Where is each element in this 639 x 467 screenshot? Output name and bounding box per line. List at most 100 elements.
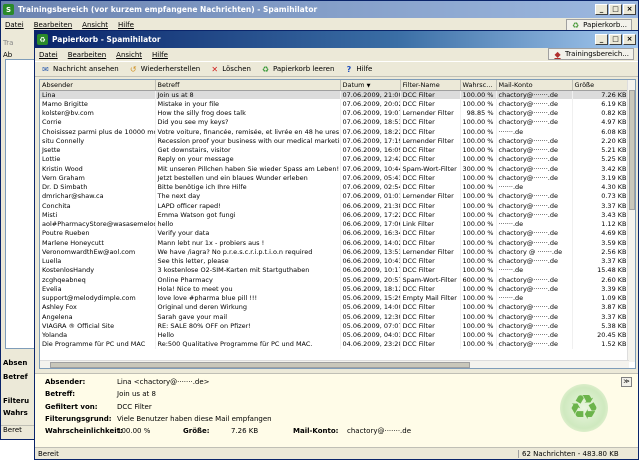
table-row[interactable]: Evelia Hola! Nice to meet you 05.06.2009, … bbox=[40, 284, 630, 294]
papierkorb-window-title: Papierkorb - Spamihilator bbox=[52, 35, 161, 44]
menu-bearbeiten[interactable]: Bearbeiten bbox=[34, 21, 72, 29]
table-row[interactable]: Corrie Did you see my keys? 07.06.2009, 18… bbox=[40, 117, 630, 127]
menu-bearbeiten[interactable]: Bearbeiten bbox=[68, 51, 106, 59]
column-header-sender[interactable]: Absender bbox=[40, 80, 156, 91]
message-list[interactable]: Absender Betreff Datum ▼ Filter-Name Wah… bbox=[39, 79, 636, 369]
table-row[interactable]: Angelena Sarah gave your mail 05.06.2009, … bbox=[40, 312, 630, 322]
table-row[interactable]: aol#PharmacyStore@wasasemelod... hello 06.… bbox=[40, 219, 630, 229]
cell-probability: 100.00 % bbox=[460, 265, 497, 275]
column-header-account[interactable]: Mail-Konto bbox=[496, 80, 573, 91]
table-row[interactable]: Ashley Fox Original und deren Wirkung 05.0… bbox=[40, 302, 630, 312]
collapse-details-button[interactable]: ≫ bbox=[621, 377, 632, 387]
cell-size: 3.39 KB bbox=[572, 284, 630, 294]
table-row[interactable]: situ Connelly Recession proof your busine… bbox=[40, 136, 630, 146]
menu-hilfe[interactable]: Hilfe bbox=[152, 51, 168, 59]
cell-size: 3.37 KB bbox=[572, 312, 630, 322]
table-row[interactable]: zcghqeabneq Online Pharmacy 05.06.2009, 20… bbox=[40, 275, 630, 285]
view-message-button[interactable]: ✉ Nachricht ansehen bbox=[41, 65, 119, 74]
detail-sender-value: Lina <chactory@·······.de> bbox=[117, 378, 210, 386]
cell-sender: Die Programme für PC und MAC bbox=[40, 339, 156, 349]
close-button[interactable]: × bbox=[623, 4, 636, 15]
table-row[interactable]: support@melodydimple.com love love #pharm… bbox=[40, 293, 630, 303]
menu-ansicht[interactable]: Ansicht bbox=[82, 21, 108, 29]
table-row[interactable]: Choisissez parmi plus de 10000 mo... Votr… bbox=[40, 127, 630, 137]
table-row[interactable]: Conchita LAPD officer raped! 06.06.2009, 2… bbox=[40, 201, 630, 211]
horizontal-scroll-thumb[interactable] bbox=[50, 362, 470, 368]
table-row[interactable]: Misti Emma Watson got fungi 06.06.2009, 17… bbox=[40, 210, 630, 220]
minimize-button[interactable]: _ bbox=[595, 34, 608, 45]
cell-date: 05.06.2009, 15:29 bbox=[340, 293, 401, 303]
cell-subject: Original und deren Wirkung bbox=[155, 302, 341, 312]
table-row[interactable]: kolster@bv.com How the silly frog does ta… bbox=[40, 108, 630, 118]
cell-filter: DCC Filter bbox=[400, 228, 461, 238]
cell-filter: DCC Filter bbox=[400, 154, 461, 164]
cell-probability: 100.00 % bbox=[460, 145, 497, 155]
training-window-titlebar[interactable]: S Trainingsbereich (vor kurzem empfangen… bbox=[1, 1, 638, 18]
cell-sender: support@melodydimple.com bbox=[40, 293, 156, 303]
table-row[interactable]: Lina Join us at 8 07.06.2009, 21:00 DCC Fil… bbox=[40, 90, 630, 100]
close-button[interactable]: × bbox=[623, 34, 636, 45]
empty-trash-button[interactable]: ♻ Papierkorb leeren bbox=[261, 65, 335, 74]
cell-probability: 100.00 % bbox=[460, 293, 497, 303]
column-header-probability[interactable]: Wahrsc... bbox=[460, 80, 497, 91]
cell-subject: How the silly frog does talk bbox=[155, 108, 341, 118]
column-header-filter[interactable]: Filter-Name bbox=[400, 80, 461, 91]
table-row[interactable]: Luella See this letter, please 06.06.2009,… bbox=[40, 256, 630, 266]
table-row[interactable]: Mamo Brigitte Mistake in your file 07.06.2… bbox=[40, 99, 630, 109]
table-row[interactable]: Kristin Wood Mit unseren Pillchen haben S… bbox=[40, 164, 630, 174]
cell-size: 0.73 KB bbox=[572, 191, 630, 201]
cell-size: 3.43 KB bbox=[572, 210, 630, 220]
table-row[interactable]: Vern Graham Jetzt bestellen und ein blaue… bbox=[40, 173, 630, 183]
cell-probability: 100.00 % bbox=[460, 312, 497, 322]
cell-probability: 100.00 % bbox=[460, 284, 497, 294]
papierkorb-window-titlebar[interactable]: ♻ Papierkorb - Spamihilator _ □ × bbox=[35, 31, 638, 48]
training-message-list[interactable] bbox=[5, 59, 35, 349]
cell-filter: DCC Filter bbox=[400, 99, 461, 109]
table-row[interactable]: KostenlosHandy 3 kostenlose O2-SIM-Karten… bbox=[40, 265, 630, 275]
menu-datei[interactable]: Datei bbox=[39, 51, 58, 59]
cell-probability: 100.00 % bbox=[460, 117, 497, 127]
delete-button[interactable]: ✕ Löschen bbox=[210, 65, 251, 74]
cell-date: 07.06.2009, 05:43 bbox=[340, 173, 401, 183]
table-row[interactable]: VIAGRA ® Official Site RE: SALE 80% OFF o… bbox=[40, 321, 630, 331]
table-row[interactable]: Dr. D Simbath Bitte benötige ich Ihre Hil… bbox=[40, 182, 630, 192]
cell-sender: Mamo Brigitte bbox=[40, 99, 156, 109]
trainingsbereich-button[interactable]: ◆ Trainingsbereich... bbox=[548, 48, 634, 60]
column-header-date[interactable]: Datum ▼ bbox=[340, 80, 401, 91]
vertical-scrollbar[interactable] bbox=[627, 80, 635, 362]
vertical-scroll-thumb[interactable] bbox=[629, 90, 635, 210]
table-row[interactable]: VeronomwardthEw@aol.com We have /iagra? N… bbox=[40, 247, 630, 257]
table-row[interactable]: Yolanda Hello 05.06.2009, 04:03 DCC Filter 1… bbox=[40, 330, 630, 340]
restore-button[interactable]: ↺ Wiederherstellen bbox=[129, 65, 200, 74]
column-header-size[interactable]: Größe bbox=[572, 80, 630, 91]
cell-account: chactory@·······.de bbox=[496, 145, 573, 155]
horizontal-scrollbar[interactable] bbox=[40, 360, 629, 368]
menu-datei[interactable]: Datei bbox=[5, 21, 24, 29]
cell-size: 1.52 KB bbox=[572, 339, 630, 349]
help-button[interactable]: ? Hilfe bbox=[344, 64, 373, 74]
maximize-button[interactable]: □ bbox=[609, 34, 622, 45]
cell-account: chactory@·······.de bbox=[496, 256, 573, 266]
cell-subject: Get downstairs, visitor bbox=[155, 145, 341, 155]
message-table: Absender Betreff Datum ▼ Filter-Name Wah… bbox=[40, 80, 630, 349]
cell-filter: DCC Filter bbox=[400, 201, 461, 211]
cell-probability: 100.00 % bbox=[460, 321, 497, 331]
table-row[interactable]: Jsette Get downstairs, visitor 07.06.2009,… bbox=[40, 145, 630, 155]
cell-filter: DCC Filter bbox=[400, 256, 461, 266]
cell-probability: 100.00 % bbox=[460, 228, 497, 238]
table-row[interactable]: Die Programme für PC und MAC Re:500 Quali… bbox=[40, 339, 630, 349]
help-icon: ? bbox=[346, 64, 352, 74]
table-row[interactable]: dmrichar@shaw.ca The next day 07.06.2009, … bbox=[40, 191, 630, 201]
cell-sender: dmrichar@shaw.ca bbox=[40, 191, 156, 201]
menu-ansicht[interactable]: Ansicht bbox=[116, 51, 142, 59]
cell-probability: 100.00 % bbox=[460, 330, 497, 340]
table-row[interactable]: Poutre Rueben Verify your data 06.06.2009,… bbox=[40, 228, 630, 238]
table-row[interactable]: Lottie Reply on your message 07.06.2009, 1… bbox=[40, 154, 630, 164]
table-row[interactable]: Marlene Honeycutt Mann lebt nur 1x - prob… bbox=[40, 238, 630, 248]
maximize-button[interactable]: □ bbox=[609, 4, 622, 15]
column-header-subject[interactable]: Betreff bbox=[155, 80, 341, 91]
minimize-button[interactable]: _ bbox=[595, 4, 608, 15]
cell-subject: Mann lebt nur 1x - probiers aus ! bbox=[155, 238, 341, 248]
cell-account: chactory@·······.de bbox=[496, 284, 573, 294]
menu-hilfe[interactable]: Hilfe bbox=[118, 21, 134, 29]
